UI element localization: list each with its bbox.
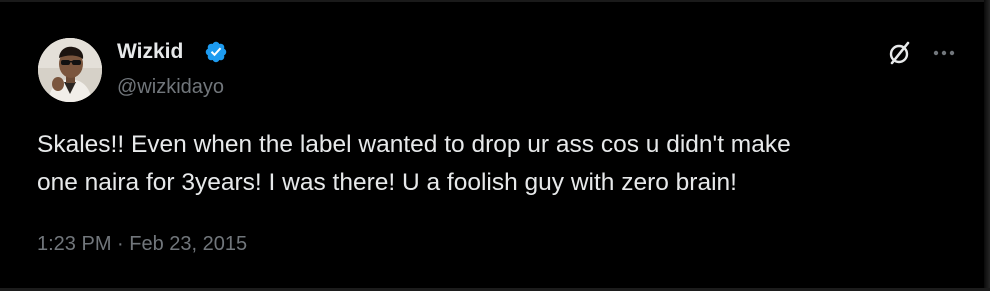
tweet-timestamp[interactable]: 1:23 PM · Feb 23, 2015	[37, 231, 247, 257]
tweet-text: Skales!! Even when the label wanted to d…	[37, 131, 791, 196]
verified-badge-icon	[205, 41, 227, 63]
frame-edge-top	[0, 0, 990, 2]
author-handle[interactable]: @wizkidayo	[117, 74, 224, 100]
avatar[interactable]	[38, 38, 102, 102]
author-display-name[interactable]: Wizkid	[117, 39, 183, 65]
frame-edge-right	[984, 0, 990, 291]
more-options-icon[interactable]	[930, 43, 958, 63]
tweet-card[interactable]: Wizkid @wizkidayo Skales!! Even when the…	[0, 0, 990, 291]
grok-icon[interactable]	[886, 39, 914, 67]
avatar-image	[38, 38, 102, 102]
